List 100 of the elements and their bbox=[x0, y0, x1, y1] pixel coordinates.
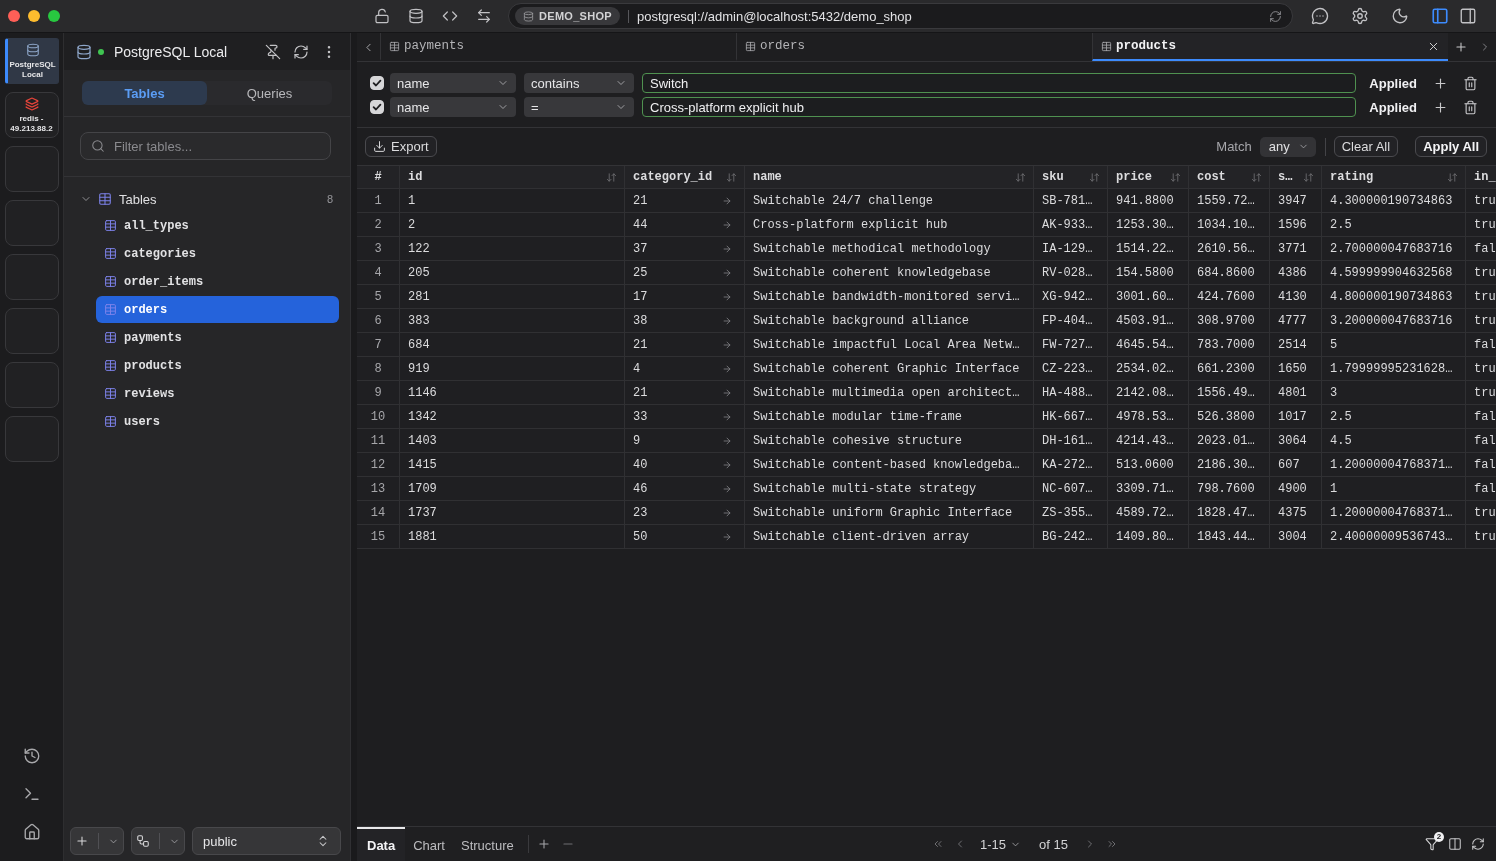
sort-icon[interactable] bbox=[1447, 171, 1458, 183]
match-select[interactable]: any bbox=[1259, 136, 1316, 157]
home-icon[interactable] bbox=[22, 823, 41, 841]
diagram-split-button[interactable] bbox=[131, 827, 185, 855]
panel-right-icon[interactable] bbox=[1459, 7, 1477, 25]
column-header[interactable]: rating bbox=[1330, 170, 1374, 184]
table-cell: 1843.44… bbox=[1189, 525, 1270, 548]
export-button[interactable]: Export bbox=[365, 136, 437, 157]
table-tab[interactable]: products bbox=[1092, 33, 1448, 61]
arrow-right-icon[interactable] bbox=[722, 219, 732, 230]
sidebar-item[interactable]: all_types bbox=[96, 212, 339, 239]
window-minimize-button[interactable] bbox=[28, 10, 40, 22]
connection-selector[interactable]: DEMO_SHOP bbox=[515, 7, 620, 25]
view-tab[interactable]: Structure bbox=[453, 827, 522, 861]
refresh-icon[interactable] bbox=[1269, 9, 1282, 23]
sidebar-tab[interactable]: Queries bbox=[207, 81, 332, 105]
arrow-right-icon[interactable] bbox=[722, 507, 732, 518]
sort-icon[interactable] bbox=[1089, 171, 1100, 183]
table-cell: 1 bbox=[400, 189, 625, 212]
operator-select[interactable]: = bbox=[524, 97, 634, 117]
arrow-right-icon[interactable] bbox=[722, 483, 732, 494]
column-header[interactable]: name bbox=[753, 170, 782, 184]
pin-off-icon[interactable] bbox=[265, 43, 281, 60]
filter-checkbox[interactable] bbox=[370, 76, 384, 90]
column-header[interactable]: # bbox=[374, 170, 382, 184]
arrow-right-icon[interactable] bbox=[722, 339, 732, 350]
arrow-right-icon[interactable] bbox=[722, 531, 732, 542]
arrow-right-icon[interactable] bbox=[722, 195, 732, 206]
arrow-right-icon[interactable] bbox=[722, 291, 732, 302]
sidebar-item[interactable]: orders bbox=[96, 296, 339, 323]
connection-tile[interactable]: PostgreSQL Local bbox=[4, 38, 59, 84]
view-tab[interactable]: Chart bbox=[405, 827, 453, 861]
settings-icon[interactable] bbox=[1351, 7, 1369, 25]
sort-icon[interactable] bbox=[606, 171, 617, 183]
refresh-icon[interactable] bbox=[293, 43, 309, 60]
plus-icon[interactable] bbox=[1433, 99, 1448, 115]
sidebar-item[interactable]: payments bbox=[96, 324, 339, 351]
history-icon[interactable] bbox=[22, 747, 41, 765]
connection-tile[interactable]: redis - 49.213.88.2 bbox=[4, 92, 59, 138]
filter-icon[interactable] bbox=[1425, 837, 1439, 851]
unlock-icon[interactable] bbox=[374, 8, 390, 24]
connected-nodes-icon[interactable] bbox=[136, 834, 151, 848]
column-header[interactable]: category_id bbox=[633, 170, 713, 184]
filter-value-field[interactable]: Switch bbox=[642, 73, 1357, 93]
table-cell: 17 bbox=[633, 289, 648, 304]
columns-icon[interactable] bbox=[1448, 837, 1462, 851]
window-close-button[interactable] bbox=[8, 10, 20, 22]
sort-icon[interactable] bbox=[726, 171, 737, 183]
trash-icon[interactable] bbox=[1463, 75, 1478, 91]
trash-icon[interactable] bbox=[1463, 99, 1478, 115]
arrow-right-icon[interactable] bbox=[722, 267, 732, 278]
column-select[interactable]: name bbox=[390, 73, 516, 93]
chat-icon[interactable] bbox=[1311, 7, 1329, 25]
clear-all-button[interactable]: Clear All bbox=[1333, 136, 1399, 157]
first-page-icon[interactable] bbox=[932, 838, 945, 850]
arrow-right-icon[interactable] bbox=[722, 435, 732, 446]
filter-tables-field[interactable]: Filter tables... bbox=[80, 132, 331, 160]
column-header[interactable]: sku bbox=[1042, 170, 1064, 184]
column-header[interactable]: cost bbox=[1197, 170, 1226, 184]
moon-icon[interactable] bbox=[1391, 7, 1409, 25]
sidebar-item[interactable]: order_items bbox=[96, 268, 339, 295]
filter-checkbox[interactable] bbox=[370, 100, 384, 114]
column-header[interactable]: s… bbox=[1278, 170, 1293, 184]
filter-value-field[interactable]: Cross-platform explicit hub bbox=[642, 97, 1357, 117]
column-header[interactable]: id bbox=[408, 170, 423, 184]
sidebar-tab[interactable]: Tables bbox=[82, 81, 207, 105]
sort-icon[interactable] bbox=[1251, 171, 1262, 183]
sort-icon[interactable] bbox=[1303, 171, 1314, 183]
panel-left-icon[interactable] bbox=[1431, 7, 1449, 25]
database-icon[interactable] bbox=[408, 8, 424, 24]
table-tab[interactable]: payments bbox=[380, 33, 736, 61]
resize-handle[interactable] bbox=[350, 33, 357, 861]
add-split-button[interactable] bbox=[70, 827, 124, 855]
swap-arrows-icon[interactable] bbox=[476, 8, 492, 24]
arrow-right-icon[interactable] bbox=[722, 411, 732, 422]
arrow-right-icon[interactable] bbox=[722, 459, 732, 470]
sidebar-item[interactable]: categories bbox=[96, 240, 339, 267]
view-tab[interactable]: Data bbox=[357, 827, 406, 861]
code-icon[interactable] bbox=[442, 8, 458, 24]
apply-all-button[interactable]: Apply All bbox=[1415, 136, 1487, 157]
sidebar-item[interactable]: reviews bbox=[96, 380, 339, 407]
schema-select[interactable]: public bbox=[192, 827, 341, 855]
arrow-right-icon[interactable] bbox=[722, 387, 732, 398]
arrow-right-icon[interactable] bbox=[722, 363, 732, 374]
column-header[interactable]: price bbox=[1116, 170, 1152, 184]
arrow-right-icon[interactable] bbox=[722, 243, 732, 254]
column-header[interactable]: in_ bbox=[1474, 170, 1496, 184]
sidebar-item[interactable]: products bbox=[96, 352, 339, 379]
sidebar-item[interactable]: users bbox=[96, 408, 339, 435]
plus-icon[interactable] bbox=[1433, 75, 1448, 91]
sort-icon[interactable] bbox=[1015, 171, 1026, 183]
refresh-icon[interactable] bbox=[1471, 837, 1485, 851]
sort-icon[interactable] bbox=[1170, 171, 1181, 183]
column-select[interactable]: name bbox=[390, 97, 516, 117]
page-range-select[interactable]: 1-15 bbox=[976, 836, 1026, 852]
operator-select[interactable]: contains bbox=[524, 73, 634, 93]
window-zoom-button[interactable] bbox=[48, 10, 60, 22]
terminal-icon[interactable] bbox=[22, 785, 41, 803]
arrow-right-icon[interactable] bbox=[722, 315, 732, 326]
last-page-icon[interactable] bbox=[1106, 838, 1118, 850]
